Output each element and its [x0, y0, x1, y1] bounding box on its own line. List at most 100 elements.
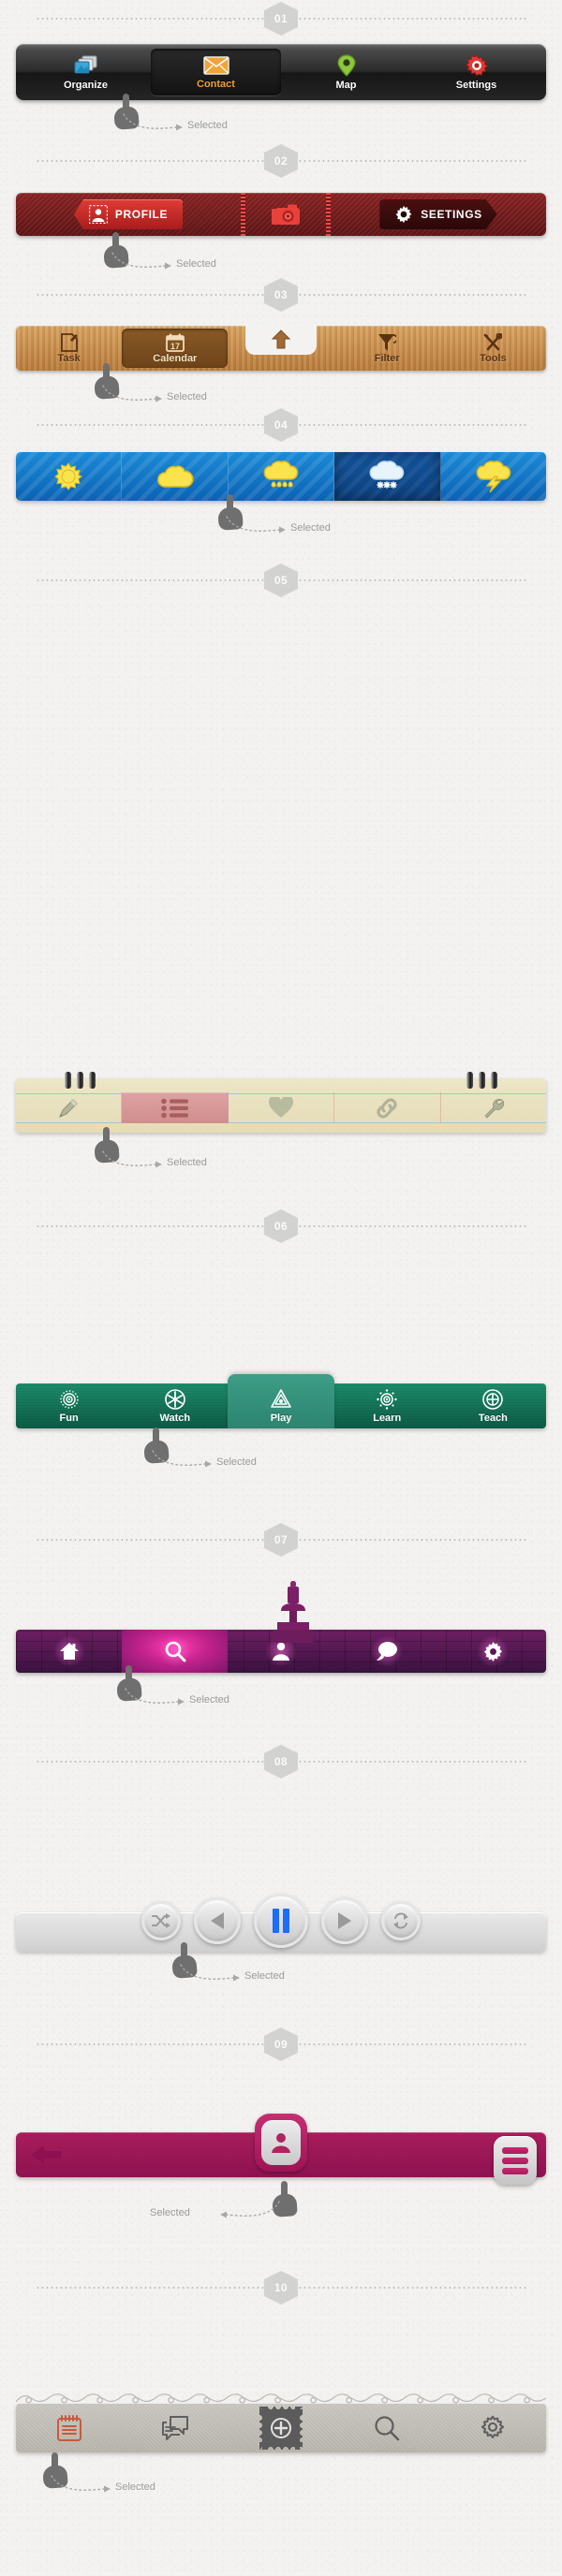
menu-button[interactable] — [494, 2136, 537, 2185]
navbar-green: Fun Watch Play Learn Teach — [16, 1374, 546, 1428]
navbar-item-settings[interactable]: Settings — [411, 49, 541, 95]
navbar-item-settings[interactable] — [440, 2415, 546, 2441]
annotation-label: Selected — [167, 391, 207, 402]
navbar-item-cloudy[interactable] — [122, 452, 229, 501]
navbar-item-filter[interactable]: Filter — [334, 326, 440, 371]
section-number-badge: 05 — [264, 564, 298, 597]
navbar-segment-settings: SEETINGS — [331, 193, 546, 236]
navbar-divider — [241, 193, 245, 236]
section-number-badge: 10 — [264, 2271, 298, 2305]
navbar-item-thunderstorm[interactable] — [440, 452, 546, 501]
wrench-icon — [482, 1097, 505, 1120]
gear-icon — [465, 54, 488, 77]
annotation-label: Selected — [150, 2207, 190, 2218]
crosshair-icon — [481, 1388, 504, 1411]
navbar-item-label: SEETINGS — [421, 208, 482, 221]
avatar-button[interactable] — [255, 2114, 307, 2172]
navbar-item-settings[interactable] — [440, 1630, 546, 1673]
section-number-badge: 03 — [264, 278, 298, 312]
asterisk-circle-icon — [164, 1388, 186, 1411]
funnel-icon — [377, 333, 397, 352]
annotation-label: Selected — [167, 1157, 207, 1168]
navbar-item-label: Learn — [373, 1412, 402, 1424]
gear-circle-icon — [58, 1388, 81, 1411]
repeat-button[interactable] — [381, 1901, 421, 1940]
calendar-icon: 17 — [165, 333, 185, 352]
navbar-item-notepad[interactable] — [16, 2414, 122, 2442]
navbar-item-pencil[interactable] — [16, 1092, 123, 1123]
navbar-item-label: Tools — [480, 352, 507, 364]
icon-glow — [371, 1635, 404, 1667]
navbar-item-fun[interactable]: Fun — [16, 1383, 122, 1428]
navbar-weather — [16, 452, 546, 501]
annotation-arrow — [102, 1150, 162, 1168]
task-note-icon — [60, 332, 79, 352]
navbar-red-metal: PROFILE SEETINGS — [16, 193, 546, 236]
navbar-item-watch[interactable]: Watch — [122, 1383, 228, 1428]
navbar-item-label: Fun — [59, 1412, 79, 1424]
navbar-item-label: Organize — [63, 79, 109, 91]
navbar-item-label: Play — [270, 1412, 292, 1424]
navbar-item-contact[interactable]: Contact — [151, 49, 281, 95]
stamp-plus-icon — [259, 2407, 303, 2450]
section-separator-03: 03 — [0, 276, 562, 314]
navbar-divider — [326, 193, 331, 236]
annotation-label: Selected — [187, 120, 228, 131]
navbar-item-snow[interactable] — [334, 452, 441, 501]
back-arrow-icon[interactable] — [29, 2143, 63, 2167]
svg-text:17: 17 — [170, 342, 180, 351]
navbar-item-rain[interactable] — [228, 452, 335, 501]
navbar-item-chat[interactable] — [334, 1630, 440, 1673]
navbar-wood: Task 17 Calendar Filter Tools — [16, 325, 546, 371]
menu-list-icon — [502, 2146, 528, 2174]
annotation-arrow — [226, 516, 286, 534]
icon-glow — [477, 1635, 510, 1667]
section-separator-02: 02 — [0, 142, 562, 180]
navbar-item-home[interactable] — [16, 1630, 122, 1673]
link-icon — [375, 1097, 399, 1120]
navbar-item-play[interactable]: Play — [228, 1374, 334, 1428]
navbar-item-upload[interactable] — [228, 325, 333, 371]
navbar-item-teach[interactable]: Teach — [440, 1383, 546, 1428]
navbar-item-learn[interactable]: Learn — [334, 1383, 440, 1428]
shuffle-button[interactable] — [141, 1901, 181, 1940]
navbar-segment-profile: PROFILE — [16, 193, 241, 236]
navbar-item-settings[interactable]: SEETINGS — [379, 199, 496, 229]
pause-button[interactable] — [254, 1894, 308, 1948]
annotation-arrow — [180, 1964, 240, 1982]
avatar — [261, 2120, 301, 2165]
navbar-item-sunny[interactable] — [16, 452, 123, 501]
navbar-item-label: Teach — [478, 1412, 508, 1424]
media-controls-row — [16, 1890, 546, 1952]
navbar-item-task[interactable]: Task — [16, 326, 122, 371]
section-separator-09: 09 — [0, 2026, 562, 2063]
thunderstorm-icon — [475, 461, 512, 492]
navbar-item-label: Task — [57, 352, 81, 364]
previous-button[interactable] — [194, 1897, 241, 1944]
spiral-rings-right — [466, 1072, 497, 1089]
navbar-item-camera[interactable] — [245, 193, 326, 236]
section-number-badge: 06 — [264, 1209, 298, 1243]
snow-cloud-icon — [368, 461, 406, 492]
annotation-label: Selected — [244, 1970, 285, 1982]
navbar-item-search[interactable] — [122, 1630, 229, 1673]
navbar-item-tools[interactable]: Tools — [440, 326, 546, 371]
navbar-item-wrench[interactable] — [441, 1092, 546, 1123]
navbar-item-add[interactable] — [228, 2407, 333, 2450]
navbar-item-chats[interactable] — [122, 2415, 228, 2441]
navbar-item-heart[interactable] — [229, 1092, 335, 1123]
navbar-item-link[interactable] — [334, 1092, 441, 1123]
repeat-icon — [392, 1911, 410, 1930]
gear-icon — [394, 205, 413, 224]
navbar-item-calendar[interactable]: 17 Calendar — [122, 329, 229, 368]
gear-icon — [480, 2415, 506, 2441]
navbar-item-list[interactable] — [122, 1092, 229, 1123]
navbar-item-organize[interactable]: Organize — [21, 49, 151, 95]
navbar-magenta — [16, 2114, 546, 2185]
play-button[interactable] — [321, 1897, 368, 1944]
annotation-arrow — [102, 385, 162, 402]
navbar-item-profile[interactable]: PROFILE — [73, 199, 184, 229]
navbar-item-search[interactable] — [334, 2415, 440, 2441]
navbar-item-map[interactable]: Map — [281, 49, 411, 95]
heart-icon — [269, 1097, 294, 1119]
